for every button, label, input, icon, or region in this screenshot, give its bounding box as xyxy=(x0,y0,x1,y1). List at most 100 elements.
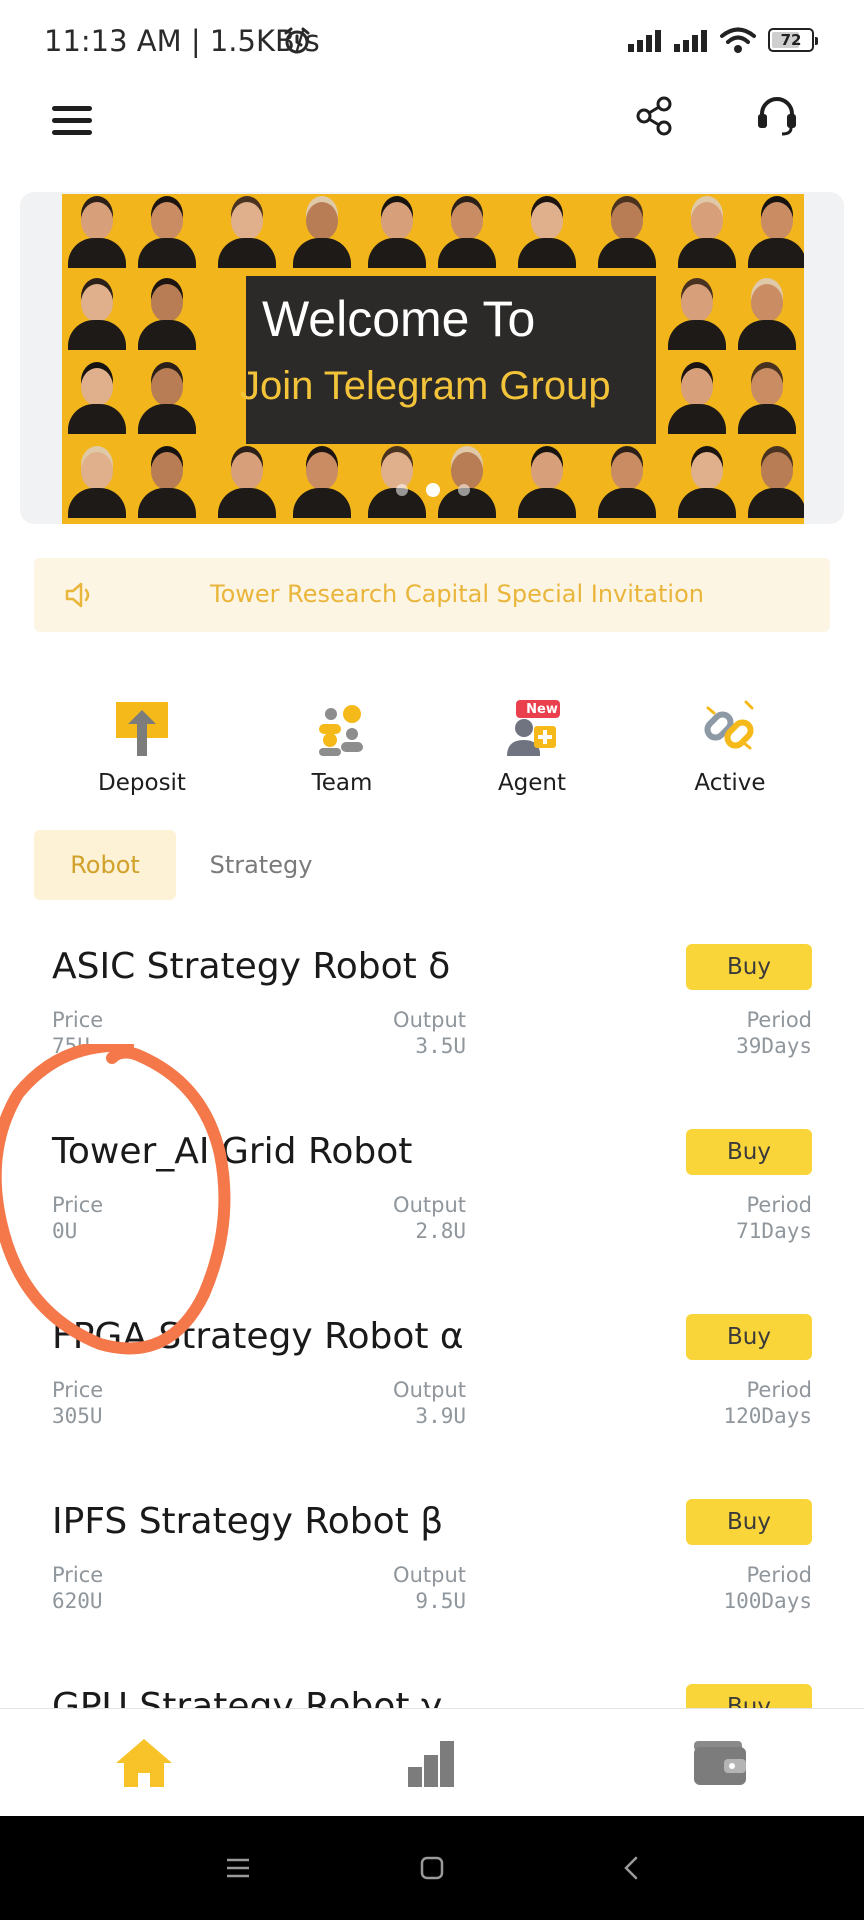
signal-icon xyxy=(628,30,661,52)
deposit-label: Deposit xyxy=(98,770,186,796)
banner-portrait xyxy=(732,276,802,350)
banner-portrait xyxy=(432,194,502,268)
output-value: 3.5U xyxy=(415,1034,466,1058)
banner-portrait xyxy=(62,194,132,268)
signal-icon xyxy=(674,30,707,52)
buy-button[interactable]: Buy xyxy=(686,1499,812,1545)
banner-title: Welcome To xyxy=(262,291,536,347)
banner-image[interactable]: Welcome To Join Telegram Group xyxy=(62,194,804,524)
buy-button[interactable]: Buy xyxy=(686,1684,812,1710)
alarm-icon xyxy=(284,27,310,54)
banner-portrait xyxy=(672,444,742,518)
banner-portrait xyxy=(62,276,132,350)
period-label: Period xyxy=(746,1378,812,1402)
notice-bar[interactable]: Tower Research Capital Special Invitatio… xyxy=(34,558,830,632)
banner-portrait xyxy=(62,444,132,518)
carousel-dot[interactable] xyxy=(458,484,470,496)
menu-icon xyxy=(52,129,92,135)
banner-portrait xyxy=(742,194,804,268)
active-button[interactable]: Active xyxy=(650,700,810,796)
active-label: Active xyxy=(694,770,766,796)
back-icon[interactable] xyxy=(616,1852,648,1884)
period-value: 39Days xyxy=(736,1034,812,1058)
period-label: Period xyxy=(746,1008,812,1032)
banner-portrait xyxy=(742,444,804,518)
battery-level: 72 xyxy=(780,31,802,49)
banner-portrait xyxy=(132,360,202,434)
robot-list-item[interactable]: ASIC Strategy Robot δ Buy Price 75U Output 3.… xyxy=(0,930,864,1115)
buy-button[interactable]: Buy xyxy=(686,1129,812,1175)
banner-portrait xyxy=(662,276,732,350)
output-value: 2.8U xyxy=(415,1219,466,1243)
recent-apps-icon[interactable] xyxy=(222,1852,254,1884)
price-value: 0U xyxy=(52,1219,78,1243)
agent-button[interactable]: New Agent xyxy=(452,700,612,796)
bottom-nav xyxy=(0,1708,864,1816)
deposit-button[interactable]: Deposit xyxy=(62,700,222,796)
banner-portrait xyxy=(732,360,802,434)
banner-portrait xyxy=(592,444,662,518)
output-label: Output xyxy=(393,1563,466,1587)
carousel-dots[interactable] xyxy=(62,483,804,497)
status-bar: 11:13 AM | 1.5KB/s 72 xyxy=(0,0,864,84)
banner-portrait xyxy=(362,194,432,268)
period-label: Period xyxy=(746,1563,812,1587)
home-icon[interactable] xyxy=(114,1735,174,1791)
quick-actions: Deposit Team New Agent Active xyxy=(0,700,864,800)
banner-portrait xyxy=(512,444,582,518)
top-header xyxy=(0,84,864,184)
status-indicators: 72 xyxy=(628,26,818,54)
banner-portrait xyxy=(432,444,502,518)
price-value: 620U xyxy=(52,1589,103,1613)
battery-indicator: 72 xyxy=(768,28,818,52)
banner-portrait xyxy=(212,444,282,518)
buy-button[interactable]: Buy xyxy=(686,1314,812,1360)
home-nav-icon[interactable] xyxy=(416,1852,448,1884)
menu-icon xyxy=(52,105,92,111)
price-label: Price xyxy=(52,1378,104,1402)
carousel-dot[interactable] xyxy=(396,484,408,496)
share-icon[interactable] xyxy=(632,94,676,138)
menu-button[interactable] xyxy=(52,98,96,142)
banner-portrait xyxy=(132,194,202,268)
robot-name: IPFS Strategy Robot β xyxy=(52,1501,444,1542)
output-value: 3.9U xyxy=(415,1404,466,1428)
buy-button[interactable]: Buy xyxy=(686,944,812,990)
robot-name: Tower_AI Grid Robot xyxy=(52,1131,413,1172)
banner-portrait xyxy=(672,194,742,268)
tab-strategy[interactable]: Strategy xyxy=(176,830,346,900)
robot-list-item[interactable]: Tower_AI Grid Robot Buy Price 0U Output 2.8U P… xyxy=(0,1115,864,1300)
robot-name: GPU Strategy Robot γ xyxy=(52,1686,443,1710)
price-label: Price xyxy=(52,1008,104,1032)
banner-portrait xyxy=(592,194,662,268)
banner-portrait xyxy=(662,360,732,434)
price-value: 75U xyxy=(52,1034,90,1058)
price-value: 305U xyxy=(52,1404,103,1428)
output-label: Output xyxy=(393,1378,466,1402)
banner-portrait xyxy=(132,276,202,350)
period-value: 71Days xyxy=(736,1219,812,1243)
price-label: Price xyxy=(52,1563,104,1587)
banner-carousel[interactable]: Welcome To Join Telegram Group xyxy=(20,192,844,524)
robot-name: ASIC Strategy Robot δ xyxy=(52,946,451,987)
chart-icon[interactable] xyxy=(402,1735,462,1791)
status-time: 11:13 AM | 1.5KB/s xyxy=(44,24,320,58)
carousel-dot[interactable] xyxy=(426,483,440,497)
period-label: Period xyxy=(746,1193,812,1217)
team-button[interactable]: Team xyxy=(262,700,422,796)
agent-label: Agent xyxy=(497,770,567,796)
period-value: 100Days xyxy=(723,1589,812,1613)
price-label: Price xyxy=(52,1193,104,1217)
robot-list[interactable]: ASIC Strategy Robot δ Buy Price 75U Output 3.… xyxy=(0,930,864,1710)
wallet-icon[interactable] xyxy=(690,1735,750,1791)
headset-icon[interactable] xyxy=(754,92,800,138)
output-label: Output xyxy=(393,1008,466,1032)
robot-list-item[interactable]: FPGA Strategy Robot α Buy Price 305U Output 3… xyxy=(0,1300,864,1485)
tab-robot[interactable]: Robot xyxy=(34,830,176,900)
output-value: 9.5U xyxy=(415,1589,466,1613)
robot-list-item[interactable]: GPU Strategy Robot γ Buy xyxy=(0,1670,864,1710)
robot-name: FPGA Strategy Robot α xyxy=(52,1316,464,1357)
robot-list-item[interactable]: IPFS Strategy Robot β Buy Price 620U Output 9… xyxy=(0,1485,864,1670)
system-nav-bar xyxy=(0,1816,864,1920)
banner-portrait xyxy=(62,360,132,434)
